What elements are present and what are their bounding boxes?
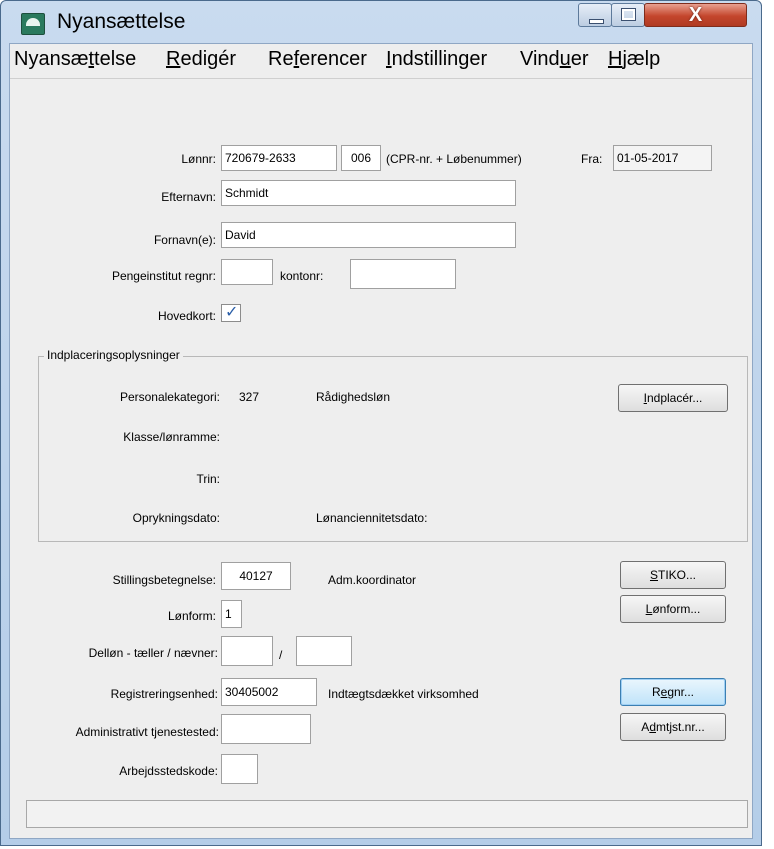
dellon-taeller-field[interactable] [221,636,273,666]
maximize-icon [621,8,636,21]
minimize-icon [589,19,604,24]
stilling-name: Adm.koordinator [328,573,417,587]
menu-bar: Nyansættelse Redigér Referencer Indstill… [10,44,752,79]
menu-rediger[interactable]: Redigér [166,48,236,71]
minimize-button[interactable] [578,3,612,27]
regnr-button[interactable]: Regnr... [620,678,726,706]
registreringsenhed-label: Registreringsenhed: [110,687,218,701]
lonnr-label: Lønnr: [181,152,216,166]
lonform-field[interactable]: 1 [221,600,242,628]
hovedkort-label: Hovedkort: [157,309,216,323]
fornavn-field[interactable]: David [221,222,516,248]
dellon-label: Delløn - tæller / nævner: [88,646,218,660]
lobenummer-field[interactable]: 006 [341,145,381,171]
menu-indstillinger[interactable]: Indstillinger [386,48,487,71]
lonform-label: Lønform: [167,609,216,623]
maximize-button[interactable] [611,3,645,27]
stilling-label: Stillingsbetegnelse: [112,573,216,587]
fra-label: Fra: [581,152,603,166]
form-client-area: Nyansættelse Redigér Referencer Indstill… [9,43,753,839]
indplacer-button[interactable]: Indplacér... [618,384,728,412]
admtjst-button[interactable]: Admtjst.nr... [620,713,726,741]
kontonr-label: kontonr: [280,269,324,283]
dellon-separator: / [279,648,283,662]
lonanciennitetsdato-label: Lønanciennitetsdato: [316,511,428,525]
application-window: Nyansættelse X Nyansættelse Redigér Refe… [0,0,762,846]
cpr-hint: (CPR-nr. + Løbenummer) [386,152,522,166]
lonform-button[interactable]: Lønform... [620,595,726,623]
pengeinstitut-label: Pengeinstitut regnr: [111,269,216,283]
arbejdssted-field[interactable] [221,754,258,784]
personalekategori-label: Personalekategori: [119,390,220,404]
fornavn-label: Fornavn(e): [153,233,216,247]
personalekategori-code: 327 [239,390,260,404]
oprykningsdato-label: Oprykningsdato: [132,511,220,525]
dellon-naevner-field[interactable] [296,636,352,666]
title-bar[interactable]: Nyansættelse X [1,1,761,43]
registreringsenhed-field[interactable]: 30405002 [221,678,317,706]
stilling-code-field[interactable]: 40127 [221,562,291,590]
close-button[interactable]: X [644,3,747,27]
trin-label: Trin: [196,472,220,486]
lonnr-field[interactable]: 720679-2633 [221,145,337,171]
fra-date-field: 01-05-2017 [613,145,712,171]
menu-referencer[interactable]: Referencer [268,48,367,71]
window-title: Nyansættelse [57,10,186,33]
efternavn-field[interactable]: Schmidt [221,180,516,206]
menu-nyansaettelse[interactable]: Nyansættelse [14,48,136,71]
klasse-lonramme-label: Klasse/lønramme: [123,430,220,444]
indplacering-group-title: Indplaceringsoplysninger [44,348,183,362]
regnr-field[interactable] [221,259,273,285]
menu-hjaelp[interactable]: Hjælp [608,48,660,71]
close-icon: X [688,4,703,26]
stiko-button[interactable]: STIKO... [620,561,726,589]
kontonr-field[interactable] [350,259,456,289]
registreringsenhed-name: Indtægtsdækket virksomhed [328,687,479,701]
app-icon [21,13,45,35]
arbejdssted-label: Arbejdsstedskode: [119,764,218,778]
menu-vinduer[interactable]: Vinduer [520,48,589,71]
personalekategori-name: Rådighedsløn [316,390,391,404]
hovedkort-checkbox[interactable]: ✓ [221,304,241,322]
admtjst-field[interactable] [221,714,311,744]
checkmark-icon: ✓ [225,304,239,321]
efternavn-label: Efternavn: [161,190,216,204]
admtjst-label: Administrativt tjenestested: [75,725,219,739]
status-bar [26,800,748,828]
